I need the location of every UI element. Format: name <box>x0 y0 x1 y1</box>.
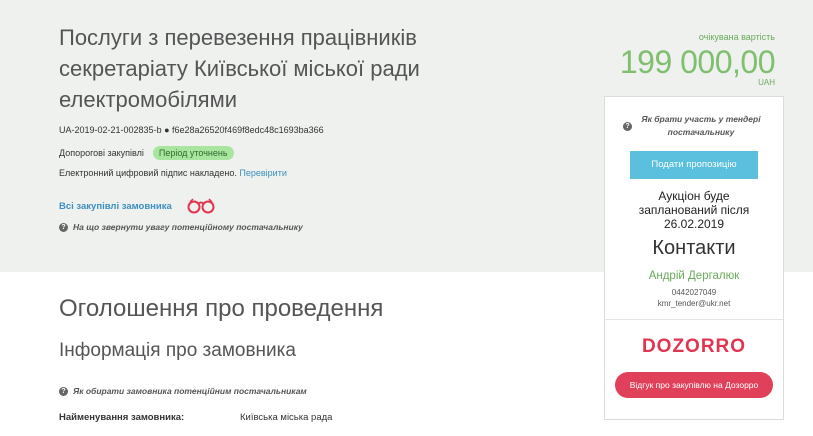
contact-email: kmr_tender@ukr.net <box>657 299 731 308</box>
verify-signature-link[interactable]: Перевірити <box>239 168 286 178</box>
all-customer-tenders-link[interactable]: Всі закупівлі замовника <box>59 201 172 212</box>
tender-side-panel: ? Як брати участь у тендері постачальник… <box>604 96 784 420</box>
contact-person-name: Андрій Дергалюк <box>648 270 740 282</box>
help-attention-text: На що звернути увагу потенційному постач… <box>73 222 303 232</box>
binoculars-icon[interactable] <box>186 198 216 214</box>
announcement-heading: Оголошення про проведення <box>59 295 384 322</box>
dozorro-logo-text: DOZORRO <box>641 336 747 357</box>
help-circle-icon: ? <box>59 222 68 232</box>
panel-divider <box>605 319 783 320</box>
procedure-line: Допорогові закупівлі Період уточнень <box>59 146 234 160</box>
help-circle-icon: ? <box>623 121 632 131</box>
status-badge: Період уточнень <box>152 146 234 160</box>
customer-name-value: Київська міська рада <box>240 412 333 423</box>
price-caption: очікувана вартість <box>698 32 775 42</box>
help-choose-text: Як обирати замовника потенційним постача… <box>73 386 307 396</box>
contact-phone: 0442027049 <box>671 288 717 297</box>
help-circle-icon: ? <box>59 386 68 396</box>
tender-id: UA-2019-02-21-002835-b ● f6e28a26520f469… <box>59 125 324 135</box>
signature-text: Електронний цифровий підпис накладено. <box>59 168 237 178</box>
dozorro-logo: DOZORRO <box>605 336 783 358</box>
all-tenders-row: Всі закупівлі замовника <box>59 198 216 214</box>
procedure-type: Допорогові закупівлі <box>59 148 144 158</box>
help-participate-link[interactable]: ? Як брати участь у тендері постачальник… <box>623 113 765 139</box>
price-currency: UAH <box>758 78 775 87</box>
signature-line: Електронний цифровий підпис накладено. П… <box>59 168 287 178</box>
contacts-heading: Контакти <box>652 237 736 259</box>
tender-title: Послуги з перевезення працівників секрет… <box>59 25 420 112</box>
dozorro-review-button[interactable]: Відгук про закупівлю на Дозорро <box>615 372 773 398</box>
auction-schedule-text: Аукціон буде запланований після 26.02.20… <box>638 189 750 231</box>
customer-name-label: Найменування замовника: <box>59 412 185 423</box>
expected-price: 199 000,00 <box>619 44 776 80</box>
submit-proposal-button[interactable]: Подати пропозицію <box>630 151 758 179</box>
help-participate-text: Як брати участь у тендері постачальнику <box>641 114 761 137</box>
customer-info-heading: Інформація про замовника <box>59 340 296 361</box>
help-attention-link[interactable]: ? На що звернути увагу потенційному пост… <box>59 222 303 232</box>
help-choose-customer-link[interactable]: ? Як обирати замовника потенційним поста… <box>59 386 307 396</box>
